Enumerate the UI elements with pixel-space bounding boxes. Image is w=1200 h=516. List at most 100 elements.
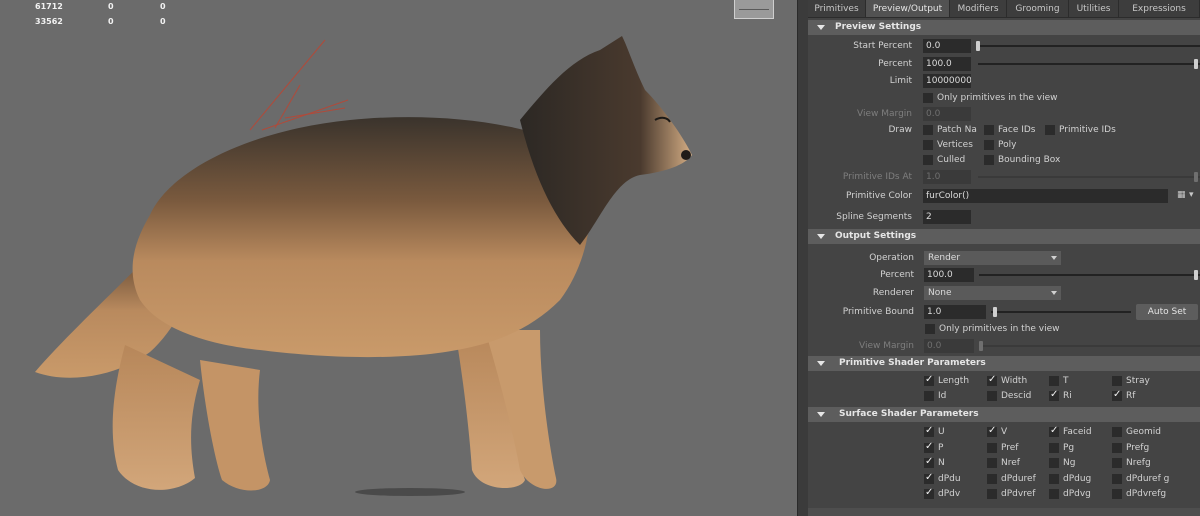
checkbox-box	[1112, 389, 1122, 401]
color-picker-icon[interactable]: ▦	[1177, 190, 1186, 200]
prim-color-field[interactable]: furColor()	[923, 189, 1168, 203]
chevron-down-icon	[1051, 291, 1057, 295]
slider-handle[interactable]	[993, 307, 997, 317]
surf-param-faceid-checkbox[interactable]: Faceid	[1049, 425, 1109, 439]
slider-handle[interactable]	[976, 41, 980, 51]
surf-param-dpdu-checkbox[interactable]: dPdu	[924, 472, 984, 486]
output-percent-field[interactable]: 100.0	[924, 268, 974, 282]
prim-param-ri-checkbox[interactable]: Ri	[1049, 389, 1109, 403]
surf-param-nrefg-checkbox[interactable]: Nrefg	[1112, 458, 1182, 470]
checkbox-box	[1049, 389, 1059, 401]
surf-param-dpdvg-checkbox[interactable]: dPdvg	[1049, 489, 1109, 501]
draw-vertices-checkbox[interactable]: Vertices	[923, 140, 983, 152]
draw-bbox-checkbox[interactable]: Bounding Box	[984, 155, 1064, 167]
prim-param-width-checkbox[interactable]: Width	[987, 374, 1047, 388]
surf-param-n-checkbox[interactable]: N	[924, 456, 984, 470]
collapse-triangle-icon	[817, 361, 825, 366]
checkbox-label: Geomid	[1126, 427, 1161, 437]
surf-param-prefg-checkbox[interactable]: Prefg	[1112, 443, 1182, 455]
limit-field[interactable]: 100000000	[923, 74, 971, 88]
surf-param-dpdug-checkbox[interactable]: dPdug	[1049, 474, 1109, 486]
surf-param-nref-checkbox[interactable]: Nref	[987, 458, 1047, 470]
prim-param-stray-checkbox[interactable]: Stray	[1112, 376, 1172, 388]
draw-culled-checkbox[interactable]: Culled	[923, 155, 983, 167]
surf-param-dpduref-checkbox[interactable]: dPduref	[987, 474, 1047, 486]
tab-modifiers[interactable]: Modifiers	[950, 0, 1007, 17]
start-percent-slider[interactable]	[978, 45, 1200, 47]
checkbox-label: Descid	[1001, 391, 1032, 401]
tab-grooming[interactable]: Grooming	[1007, 0, 1069, 17]
section-surface-shader[interactable]: Surface Shader Parameters	[808, 407, 1200, 422]
auto-set-button[interactable]: Auto Set	[1136, 304, 1198, 320]
prim-ids-at-field[interactable]: 1.0	[923, 170, 971, 184]
section-primitive-shader[interactable]: Primitive Shader Parameters	[808, 356, 1200, 371]
checkbox-box	[924, 487, 934, 499]
surf-param-ng-checkbox[interactable]: Ng	[1049, 458, 1109, 470]
section-output-settings[interactable]: Output Settings	[808, 229, 1200, 244]
slider-handle[interactable]	[1194, 59, 1198, 69]
draw-patch-checkbox[interactable]: Patch Na	[923, 125, 983, 137]
checkbox-label: Ri	[1063, 391, 1072, 401]
output-view-margin-field[interactable]: 0.0	[924, 339, 974, 353]
view-margin-field[interactable]: 0.0	[923, 107, 971, 121]
surf-param-pref-checkbox[interactable]: Pref	[987, 443, 1047, 455]
slider-handle[interactable]	[1194, 270, 1198, 280]
tab-preview-output[interactable]: Preview/Output	[866, 0, 950, 17]
start-percent-field[interactable]: 0.0	[923, 39, 971, 53]
tab-primitives[interactable]: Primitives	[808, 0, 866, 17]
tab-expressions[interactable]: Expressions	[1119, 0, 1200, 17]
prim-ids-at-slider[interactable]	[978, 176, 1200, 178]
checkbox-label: T	[1063, 376, 1069, 386]
surf-param-geomid-checkbox[interactable]: Geomid	[1112, 427, 1182, 439]
checkbox-box	[1112, 489, 1122, 499]
output-percent-slider[interactable]	[979, 274, 1200, 276]
prim-bound-slider[interactable]	[991, 311, 1131, 313]
surf-param-p-checkbox[interactable]: P	[924, 441, 984, 455]
output-only-prims-checkbox[interactable]: Only primitives in the view	[925, 324, 1125, 336]
checkbox-label: Faceid	[1063, 427, 1092, 437]
3d-viewport[interactable]: 61712 0 0 33562 0 0	[0, 0, 797, 516]
prim-bound-label: Primitive Bound	[842, 307, 914, 317]
surf-param-v-checkbox[interactable]: V	[987, 425, 1047, 439]
prim-param-length-checkbox[interactable]: Length	[924, 374, 984, 388]
prim-param-t-checkbox[interactable]: T	[1049, 376, 1109, 388]
checkbox-label: Rf	[1126, 391, 1136, 401]
collapse-triangle-icon	[817, 412, 825, 417]
slider-handle[interactable]	[1194, 172, 1198, 182]
surf-param-dpdv-checkbox[interactable]: dPdv	[924, 487, 984, 501]
spline-segments-field[interactable]: 2	[923, 210, 971, 224]
prim-param-rf-checkbox[interactable]: Rf	[1112, 389, 1172, 403]
only-prims-checkbox[interactable]: Only primitives in the view	[923, 93, 1123, 105]
tab-utilities[interactable]: Utilities	[1069, 0, 1119, 17]
operation-dropdown[interactable]: Render	[924, 251, 1061, 265]
spline-segments-label: Spline Segments	[836, 212, 912, 222]
prim-param-id-checkbox[interactable]: Id	[924, 391, 984, 403]
prim-bound-field[interactable]: 1.0	[924, 305, 986, 319]
surf-param-dpdvrefg-checkbox[interactable]: dPdvrefg	[1112, 489, 1192, 501]
draw-prim-ids-checkbox[interactable]: Primitive IDs	[1045, 125, 1125, 137]
checkbox-box	[1049, 425, 1059, 437]
renderer-dropdown[interactable]: None	[924, 286, 1061, 300]
output-view-margin-slider[interactable]	[979, 345, 1200, 347]
section-preview-settings[interactable]: Preview Settings	[808, 20, 1200, 35]
wolf-hind-leg	[200, 360, 270, 491]
chevron-down-icon[interactable]: ▾	[1189, 190, 1194, 200]
checkbox-label: Length	[938, 376, 970, 386]
wolf-nose	[681, 150, 691, 160]
percent-slider[interactable]	[978, 63, 1200, 65]
checkbox-label: Nrefg	[1126, 458, 1151, 468]
renderer-label: Renderer	[872, 288, 914, 298]
checkbox-label: U	[938, 427, 945, 437]
section-collapsed[interactable]	[808, 508, 1200, 516]
draw-poly-checkbox[interactable]: Poly	[984, 140, 1044, 152]
slider-handle[interactable]	[979, 341, 983, 351]
surf-param-pg-checkbox[interactable]: Pg	[1049, 443, 1109, 455]
checkbox-box	[924, 391, 934, 401]
prim-param-descid-checkbox[interactable]: Descid	[987, 391, 1047, 403]
surf-param-dpdurefg-checkbox[interactable]: dPduref g	[1112, 474, 1192, 486]
draw-face-ids-checkbox[interactable]: Face IDs	[984, 125, 1044, 137]
checkbox-box	[1112, 427, 1122, 437]
surf-param-u-checkbox[interactable]: U	[924, 425, 984, 439]
surf-param-dpdvref-checkbox[interactable]: dPdvref	[987, 489, 1047, 501]
percent-field[interactable]: 100.0	[923, 57, 971, 71]
